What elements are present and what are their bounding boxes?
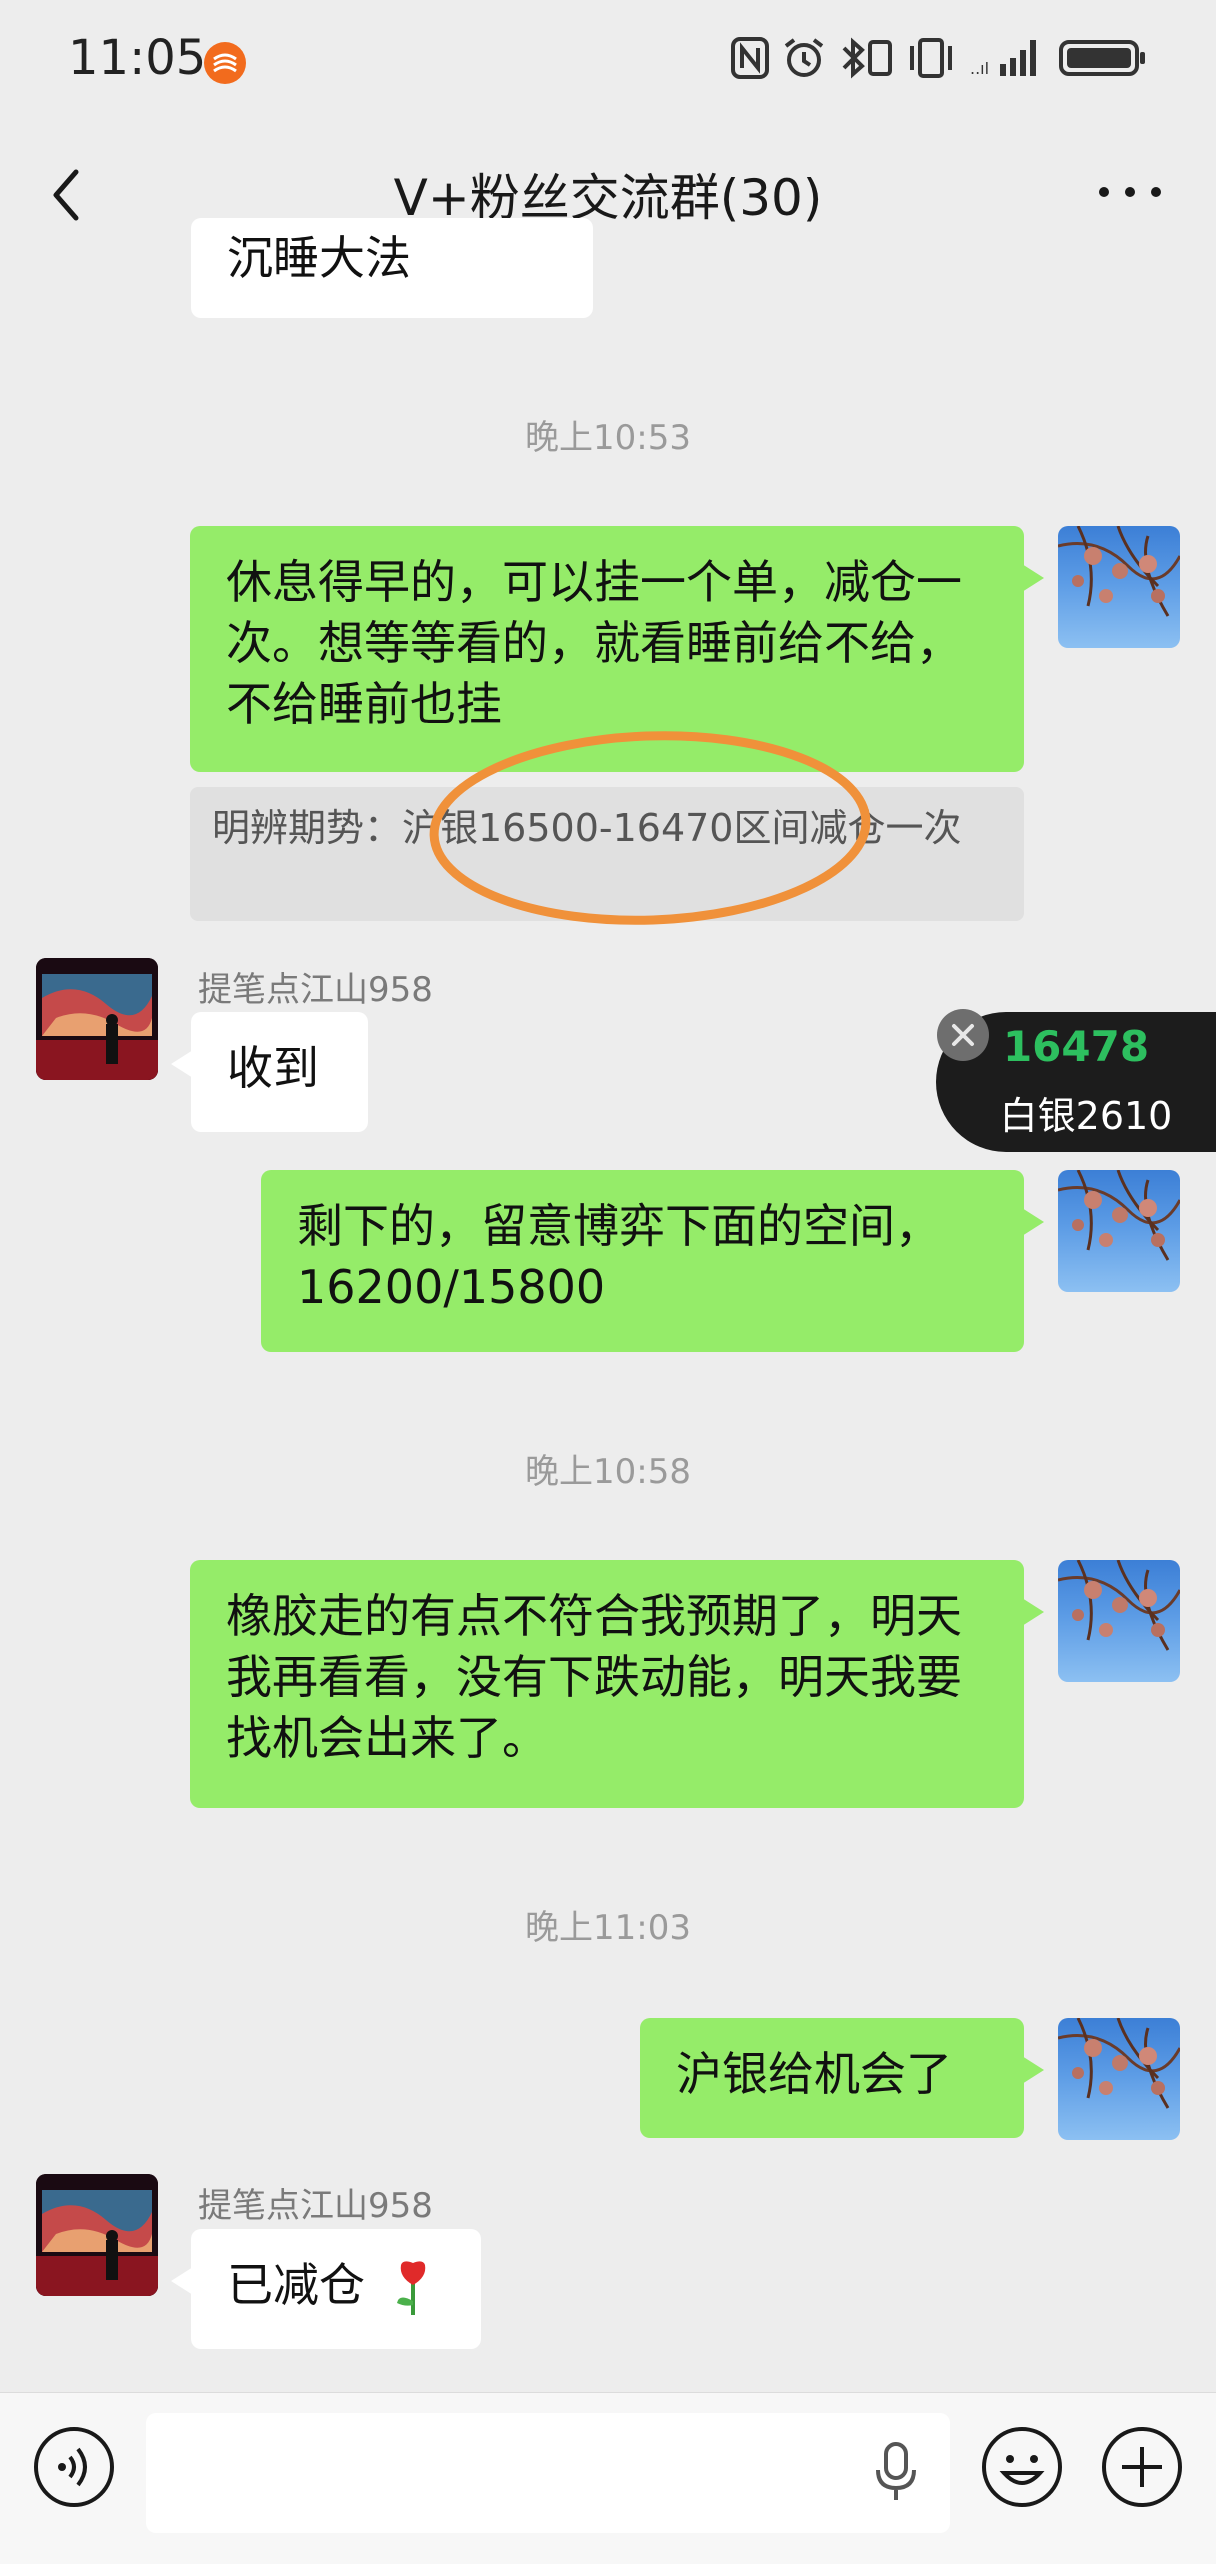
bluetooth-icon (842, 37, 892, 79)
status-time: 11:05 (68, 30, 207, 86)
alarm-icon (784, 38, 824, 77)
emoji-icon[interactable] (980, 2425, 1064, 2509)
svg-text:..ıl: ..ıl (970, 59, 989, 78)
microphone-icon[interactable] (872, 2440, 920, 2504)
message-bubble-incoming[interactable]: 已减仓 (171, 2229, 481, 2349)
ticker-close-button[interactable] (937, 1009, 989, 1061)
timestamp: 晚上10:53 (525, 418, 691, 458)
sender-name: 提笔点江山958 (198, 2186, 433, 2226)
message-text: 剩下的，留意博弈下面的空间，16200/15800 (297, 1199, 941, 1314)
message-text: 已减仓 (227, 2258, 365, 2312)
sender-name: 提笔点江山958 (198, 970, 433, 1010)
more-button[interactable] (1090, 172, 1170, 212)
rose-emoji-icon (397, 2261, 426, 2315)
vibrate-icon (910, 38, 952, 78)
message-bubble-outgoing[interactable]: 沪银给机会了 (640, 2018, 1044, 2138)
voice-icon[interactable] (32, 2425, 116, 2509)
message-text: 休息得早的，可以挂一个单，减仓一次。想等等看的，就看睡前给不给，不给睡前也挂 (226, 555, 962, 731)
message-bubble-outgoing[interactable]: 橡胶走的有点不符合我预期了，明天我再看看，没有下跌动能，明天我要找机会出来了。 (190, 1560, 1044, 1808)
my-avatar[interactable] (1058, 1170, 1180, 1292)
plus-icon[interactable] (1100, 2425, 1184, 2509)
signal-icon: ..ıl (970, 40, 1036, 78)
message-text: 收到 (227, 1041, 319, 1095)
message-text: 沪银给机会了 (676, 2047, 952, 2101)
nfc-icon (731, 37, 769, 79)
message-text: 沉睡大法 (227, 231, 411, 285)
my-avatar[interactable] (1058, 2018, 1180, 2140)
highlight-ellipse (429, 731, 871, 925)
sender-avatar[interactable] (36, 958, 158, 1080)
message-bubble-partial: 沉睡大法 (191, 218, 593, 318)
chat-title: V+粉丝交流群(30) (393, 169, 823, 227)
message-input[interactable] (146, 2413, 950, 2533)
my-avatar[interactable] (1058, 1560, 1180, 1682)
battery-icon (1059, 40, 1145, 76)
sender-avatar[interactable] (36, 2174, 158, 2296)
notification-app-icon (204, 42, 246, 84)
ticker-name: 白银2610 (999, 1094, 1173, 1138)
message-text: 橡胶走的有点不符合我预期了，明天我再看看，没有下跌动能，明天我要找机会出来了。 (226, 1589, 962, 1765)
timestamp: 晚上11:03 (525, 1908, 691, 1948)
message-bubble-incoming[interactable]: 收到 (171, 1012, 368, 1132)
timestamp: 晚上10:58 (525, 1452, 691, 1492)
close-icon (952, 1024, 974, 1046)
my-avatar[interactable] (1058, 526, 1180, 648)
message-bubble-outgoing[interactable]: 剩下的，留意博弈下面的空间，16200/15800 (261, 1170, 1044, 1352)
